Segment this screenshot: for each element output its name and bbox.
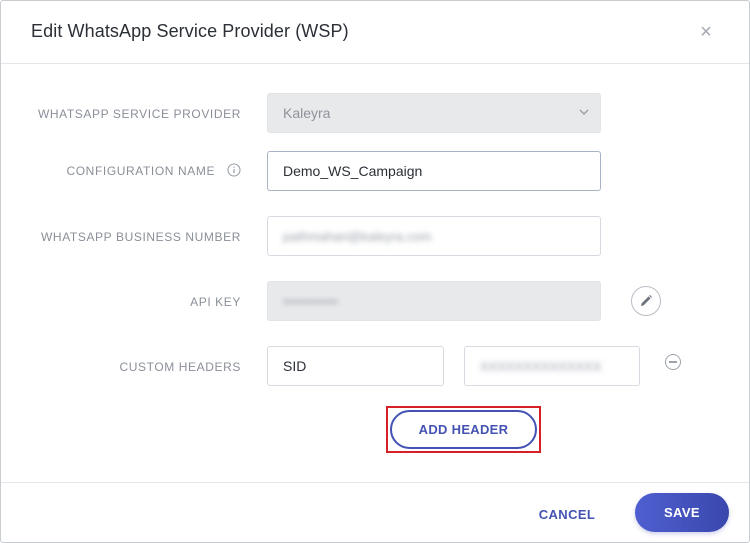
close-icon[interactable]: × bbox=[695, 21, 717, 43]
business-number-label: WHATSAPP BUSINESS NUMBER bbox=[41, 230, 241, 244]
provider-value: Kaleyra bbox=[283, 105, 331, 121]
edit-api-key-button[interactable] bbox=[631, 286, 661, 316]
header-name-input[interactable]: SID bbox=[267, 346, 444, 386]
edit-wsp-dialog: Edit WhatsApp Service Provider (WSP) × W… bbox=[0, 0, 750, 543]
config-name-label: CONFIGURATION NAME bbox=[66, 164, 216, 178]
header-value-value: XXXXXXXXXXXXXX bbox=[480, 358, 602, 374]
api-key-value: •••••••••••• bbox=[283, 293, 338, 309]
custom-headers-label: CUSTOM HEADERS bbox=[119, 360, 241, 374]
add-header-button[interactable]: ADD HEADER bbox=[390, 410, 537, 449]
api-key-input[interactable]: •••••••••••• bbox=[267, 281, 601, 321]
cancel-button[interactable]: CANCEL bbox=[523, 500, 611, 528]
dialog-title: Edit WhatsApp Service Provider (WSP) bbox=[31, 21, 349, 41]
provider-select[interactable]: Kaleyra bbox=[267, 93, 601, 133]
config-name-label-row: CONFIGURATION NAME bbox=[66, 163, 241, 178]
dialog-footer: CANCEL SAVE bbox=[1, 482, 749, 543]
save-button[interactable]: SAVE bbox=[635, 493, 729, 532]
header-value-input[interactable]: XXXXXXXXXXXXXX bbox=[464, 346, 640, 386]
pencil-icon bbox=[641, 295, 652, 306]
remove-header-icon[interactable] bbox=[665, 354, 681, 370]
config-name-input[interactable]: Demo_WS_Campaign bbox=[267, 151, 601, 191]
provider-label: WHATSAPP SERVICE PROVIDER bbox=[37, 107, 241, 121]
config-name-value: Demo_WS_Campaign bbox=[283, 163, 423, 179]
chevron-down-icon bbox=[579, 109, 589, 115]
api-key-label: API KEY bbox=[190, 295, 241, 309]
dialog-header: Edit WhatsApp Service Provider (WSP) × bbox=[1, 1, 749, 64]
business-number-input[interactable]: pathmahari@kaleyra.com bbox=[267, 216, 601, 256]
header-name-value: SID bbox=[283, 358, 307, 374]
business-number-value: pathmahari@kaleyra.com bbox=[283, 228, 432, 244]
info-icon[interactable] bbox=[227, 163, 241, 177]
